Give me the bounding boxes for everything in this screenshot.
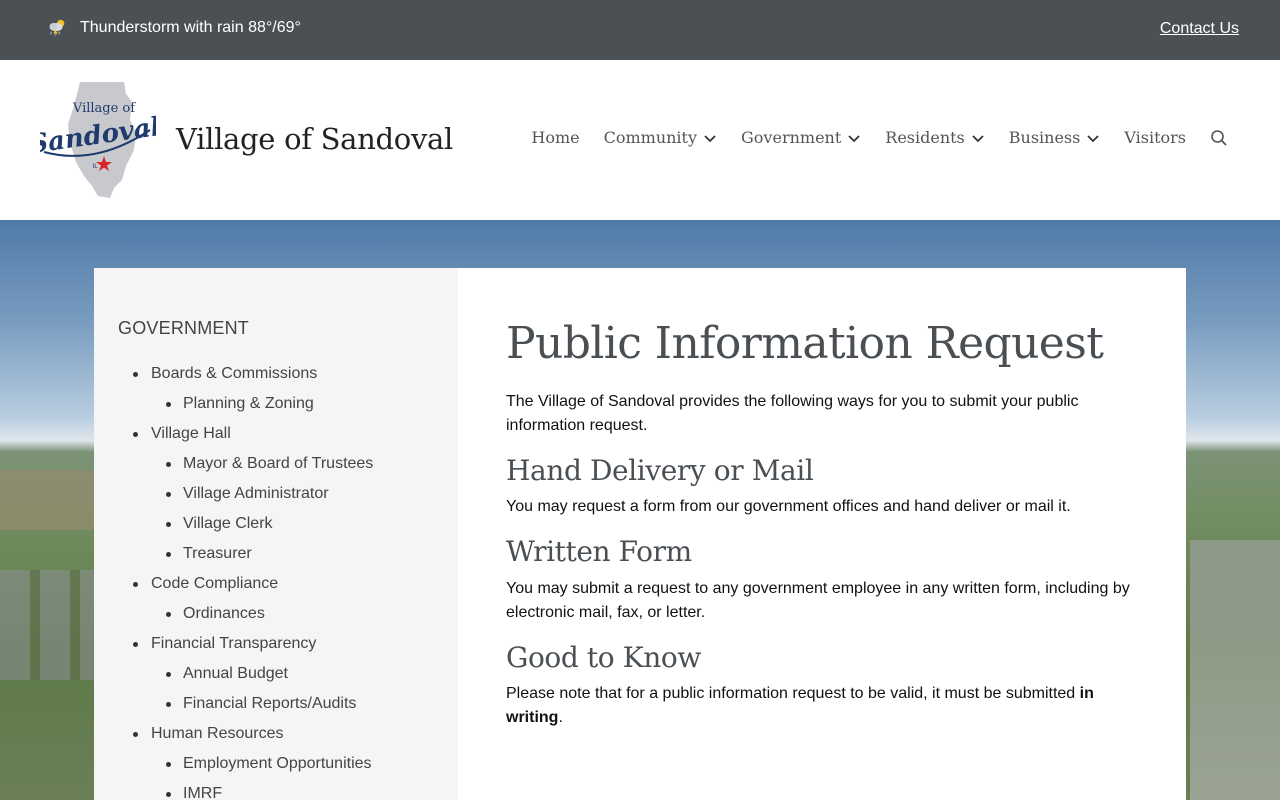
nav-government-label: Government [741, 128, 842, 147]
chevron-down-icon [704, 134, 716, 142]
sidebar-item[interactable]: Boards & Commissions [118, 364, 373, 394]
section-heading-hand-delivery: Hand Delivery or Mail [506, 454, 814, 487]
sidebar-item[interactable]: IMRF [118, 784, 373, 800]
section-text-hand-delivery: You may request a form from our governme… [506, 498, 1071, 515]
nav-business[interactable]: Business [1009, 128, 1101, 147]
sidebar-item[interactable]: Financial Transparency [118, 634, 373, 664]
nav-residents-label: Residents [885, 128, 965, 147]
chevron-down-icon [1087, 134, 1099, 142]
sidebar-item[interactable]: Treasurer [118, 544, 373, 574]
search-icon[interactable] [1210, 129, 1228, 147]
village-logo[interactable]: Village of Sandoval IL [40, 80, 156, 200]
chevron-down-icon [848, 134, 860, 142]
main-nav: Home Community Government Residents Busi… [531, 128, 1228, 147]
site-title[interactable]: Village of Sandoval [176, 122, 453, 156]
thunderstorm-rain-icon [49, 19, 65, 38]
logo-text-top: Village of [72, 101, 136, 116]
nav-community[interactable]: Community [604, 128, 717, 147]
good-to-know-tail: . [558, 709, 563, 726]
sidebar-item[interactable]: Annual Budget [118, 664, 373, 694]
section-text-written-form: You may submit a request to any governme… [506, 580, 1130, 621]
section-heading-written-form: Written Form [506, 535, 692, 568]
good-to-know-text: Please note that for a public informatio… [506, 685, 1080, 702]
nav-visitors[interactable]: Visitors [1124, 128, 1186, 147]
sidebar-item[interactable]: Human Resources [118, 724, 373, 754]
nav-government[interactable]: Government [741, 128, 861, 147]
site-header: Village of Sandoval IL Village of Sandov… [0, 60, 1280, 220]
hero-field [0, 470, 100, 530]
sidebar-item[interactable]: Financial Reports/Audits [118, 694, 373, 724]
logo-text-state: IL [92, 163, 98, 170]
weather-widget: Thunderstorm with rain 88°/69° [46, 17, 301, 39]
section-sidebar: GOVERNMENT Boards & Commissions Planning … [94, 268, 458, 800]
top-bar: Thunderstorm with rain 88°/69° Contact U… [0, 0, 1280, 60]
intro-text: The Village of Sandoval provides the fol… [506, 393, 1079, 434]
sidebar-item[interactable]: Ordinances [118, 604, 373, 634]
sidebar-item[interactable]: Planning & Zoning [118, 394, 373, 424]
main-content: Public Information Request The Village o… [458, 268, 1186, 800]
sidebar-menu: Boards & Commissions Planning & Zoning Vil… [118, 364, 373, 800]
hero-houses [0, 570, 95, 680]
sidebar-item[interactable]: Village Administrator [118, 484, 373, 514]
sidebar-item[interactable]: Employment Opportunities [118, 754, 373, 784]
sidebar-item[interactable]: Village Clerk [118, 514, 373, 544]
section-heading-good-to-know: Good to Know [506, 641, 701, 674]
sidebar-title: GOVERNMENT [118, 318, 250, 338]
page-title: Public Information Request [506, 318, 1104, 369]
nav-visitors-label: Visitors [1124, 128, 1186, 147]
nav-residents[interactable]: Residents [885, 128, 985, 147]
nav-business-label: Business [1008, 128, 1081, 147]
sidebar-item[interactable]: Code Compliance [118, 574, 373, 604]
contact-us-link[interactable]: Contact Us [1160, 20, 1239, 38]
weather-text: Thunderstorm with rain 88°/69° [80, 19, 301, 36]
section-text-good-to-know: Please note that for a public informatio… [506, 682, 1146, 730]
sidebar-item[interactable]: Mayor & Board of Trustees [118, 454, 373, 484]
nav-community-label: Community [603, 128, 698, 147]
hero-road [1190, 540, 1280, 800]
nav-home[interactable]: Home [531, 128, 579, 147]
chevron-down-icon [972, 134, 984, 142]
nav-home-label: Home [531, 128, 580, 147]
sidebar-item[interactable]: Village Hall [118, 424, 373, 454]
